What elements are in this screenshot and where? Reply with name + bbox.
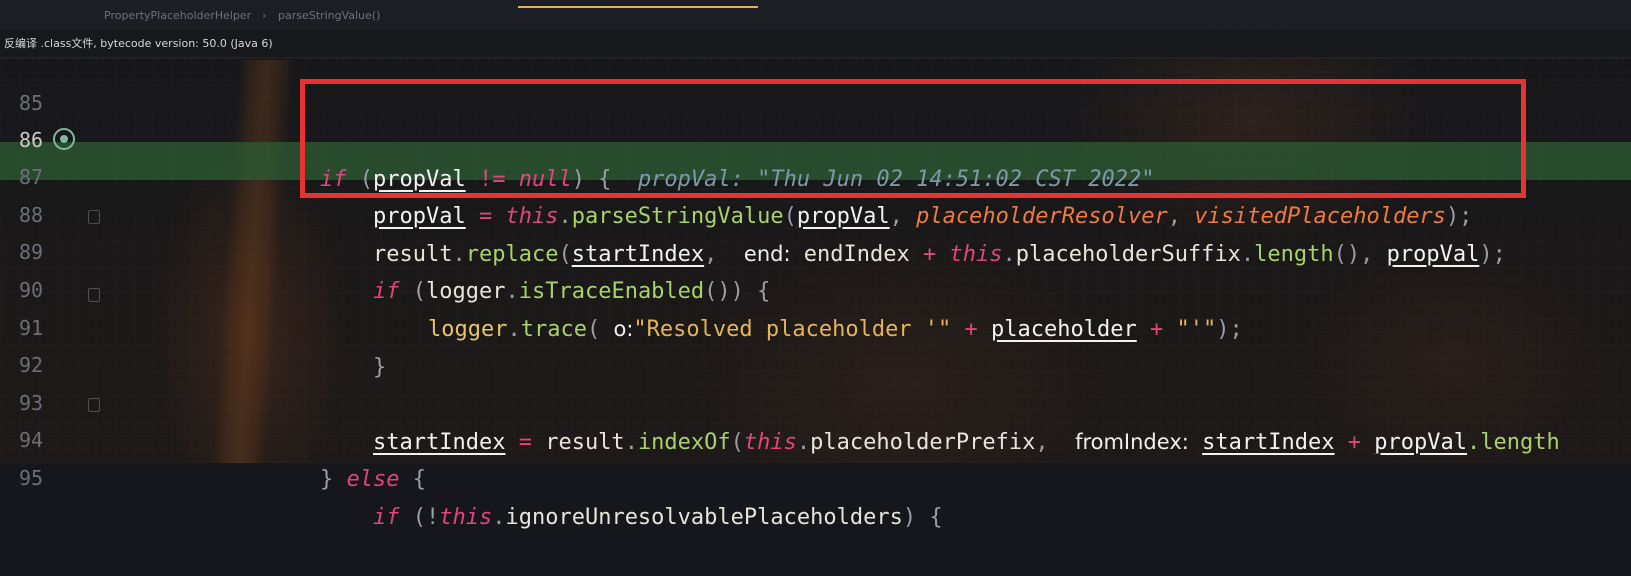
code-line-90[interactable]: 90 logger.trace( o:"Resolved placeholder…: [0, 232, 1631, 342]
editor-tab-bar: PropertyPlaceholderHelper › parseStringV…: [0, 0, 1631, 30]
fold-marker-icon[interactable]: [88, 288, 100, 302]
breadcrumb-method[interactable]: parseStringValue(): [278, 9, 380, 22]
recursive-call-icon[interactable]: [53, 128, 75, 150]
code-line-92[interactable]: 92: [0, 307, 1631, 377]
code-text: if (!this.ignoreUnresolvablePlaceholders…: [373, 505, 943, 530]
code-line-95[interactable]: 95 if (!this.ignoreUnresolvablePlacehold…: [0, 420, 1631, 530]
fold-marker-icon[interactable]: [88, 398, 100, 412]
active-tab-indicator: [518, 6, 758, 8]
breadcrumb-separator: ›: [262, 9, 267, 22]
code-line-91[interactable]: 91 }: [0, 270, 1631, 380]
code-line-93[interactable]: 93 startIndex = result.indexOf(this.plac…: [0, 345, 1631, 455]
line-number: 95: [18, 466, 44, 490]
breadcrumb-class[interactable]: PropertyPlaceholderHelper: [104, 9, 251, 22]
code-text: } else {: [320, 467, 426, 492]
fold-marker-icon[interactable]: [88, 210, 100, 224]
code-line-94[interactable]: 94 } else {: [0, 382, 1631, 492]
annotation-highlight-box: [300, 79, 1526, 198]
code-line-89[interactable]: 89 if (logger.isTraceEnabled()) {: [0, 194, 1631, 304]
